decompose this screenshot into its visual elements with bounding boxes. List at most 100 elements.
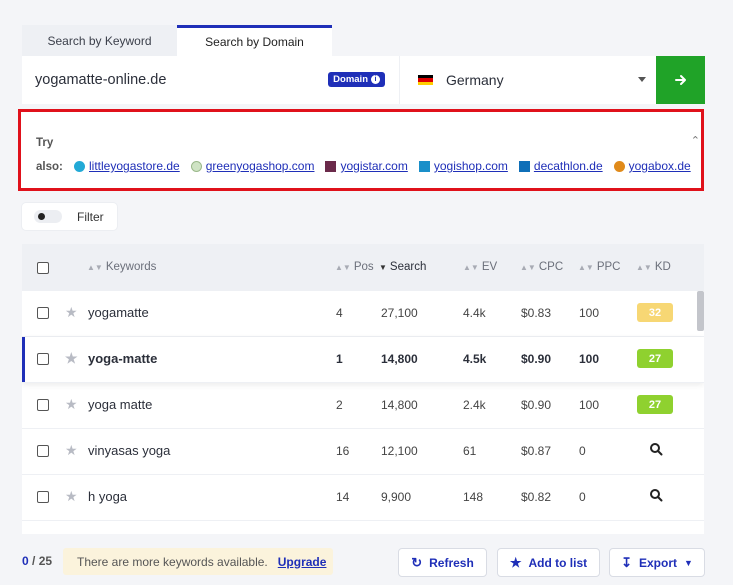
pos-cell: 14 bbox=[336, 490, 350, 504]
star-icon[interactable]: ★ bbox=[65, 488, 78, 505]
more-keywords-notice: There are more keywords available. Upgra… bbox=[63, 548, 333, 575]
info-icon[interactable]: i bbox=[371, 75, 380, 84]
cpc-cell: $0.90 bbox=[521, 398, 552, 412]
column-header-ev[interactable]: ▲▼ EV bbox=[463, 261, 497, 273]
chevron-up-icon[interactable]: ⌃ bbox=[691, 134, 700, 147]
select-all-checkbox[interactable] bbox=[37, 262, 49, 274]
refresh-label: Refresh bbox=[429, 555, 474, 570]
tab-search-by-domain[interactable]: Search by Domain bbox=[177, 25, 332, 56]
table-row[interactable]: ★ yogamatte 4 27,100 4.4k $0.83 100 32 bbox=[22, 291, 704, 337]
chevron-down-icon: ▼ bbox=[684, 557, 693, 568]
kd-badge: 27 bbox=[637, 395, 673, 414]
refresh-button[interactable]: ↻ Refresh bbox=[398, 548, 487, 577]
suggested-domain-label: greenyogashop.com bbox=[205, 159, 315, 173]
star-icon[interactable]: ★ bbox=[65, 396, 78, 413]
search-cell: 12,100 bbox=[381, 444, 418, 458]
domain-badge: Domain i bbox=[328, 72, 385, 87]
column-header-pos[interactable]: ▲▼ Pos bbox=[335, 261, 374, 273]
table-scrollbar[interactable] bbox=[697, 291, 704, 534]
suggested-domain-label: decathlon.de bbox=[533, 159, 603, 173]
sort-icon: ▲▼ bbox=[335, 262, 351, 272]
ev-cell: 148 bbox=[463, 490, 484, 504]
row-checkbox[interactable] bbox=[37, 399, 49, 411]
suggested-domain-label: yogistar.com bbox=[340, 159, 408, 173]
table-row[interactable]: ★ vinyasas yoga 16 12,100 61 $0.87 0 bbox=[22, 429, 704, 475]
keyword-cell[interactable]: yoga matte bbox=[88, 397, 152, 412]
row-checkbox[interactable] bbox=[37, 491, 49, 503]
star-icon: ★ bbox=[509, 554, 522, 570]
keyword-cell[interactable]: yoga-matte bbox=[88, 351, 157, 366]
pos-cell: 1 bbox=[336, 352, 343, 366]
pos-cell: 2 bbox=[336, 398, 343, 412]
keyword-cell[interactable]: yogamatte bbox=[88, 305, 149, 320]
cpc-cell: $0.83 bbox=[521, 306, 552, 320]
filter-toggle-button[interactable]: Filter bbox=[22, 203, 117, 230]
upgrade-link[interactable]: Upgrade bbox=[278, 555, 327, 569]
filter-label: Filter bbox=[77, 209, 104, 224]
suggested-domains: littleyogastore.de greenyogashop.com yog… bbox=[74, 159, 691, 173]
search-cell: 14,800 bbox=[381, 398, 418, 412]
row-checkbox[interactable] bbox=[37, 353, 49, 365]
star-icon[interactable]: ★ bbox=[65, 304, 78, 321]
scrollbar-thumb[interactable] bbox=[697, 291, 704, 331]
cpc-cell: $0.82 bbox=[521, 490, 552, 504]
kd-badge: 32 bbox=[637, 303, 673, 322]
column-header-search[interactable]: ▼ Search bbox=[379, 261, 426, 273]
tab-search-by-keyword[interactable]: Search by Keyword bbox=[22, 25, 177, 56]
table-row[interactable]: ★ h yoga 14 9,900 148 $0.82 0 bbox=[22, 475, 704, 521]
search-cell: 14,800 bbox=[381, 352, 418, 366]
table-row[interactable]: ★ yoga-matte 1 14,800 4.5k $0.90 100 27 bbox=[22, 337, 704, 383]
search-submit-button[interactable] bbox=[656, 56, 705, 104]
ev-cell: 4.5k bbox=[463, 352, 487, 366]
row-checkbox[interactable] bbox=[37, 445, 49, 457]
sort-icon: ▲▼ bbox=[636, 262, 652, 272]
filter-toggle[interactable] bbox=[34, 210, 62, 223]
suggested-domain-link[interactable]: yogishop.com bbox=[418, 159, 508, 173]
refresh-icon: ↻ bbox=[411, 554, 423, 570]
column-header-keywords[interactable]: ▲▼ Keywords bbox=[87, 261, 156, 273]
chevron-down-icon bbox=[638, 77, 646, 82]
domain-input[interactable]: yogamatte-online.de Domain i bbox=[22, 56, 400, 104]
sort-icon: ▲▼ bbox=[463, 262, 479, 272]
search-cell: 27,100 bbox=[381, 306, 418, 320]
country-select[interactable]: Germany bbox=[400, 56, 656, 104]
export-button[interactable]: ↧ Export ▼ bbox=[609, 548, 705, 577]
arrow-right-icon bbox=[674, 75, 686, 85]
pos-cell: 16 bbox=[336, 444, 350, 458]
column-header-ppc[interactable]: ▲▼ PPC bbox=[578, 261, 621, 273]
keyword-cell[interactable]: h yoga bbox=[88, 489, 127, 504]
keyword-cell[interactable]: vinyasas yoga bbox=[88, 443, 170, 458]
table-row[interactable]: ★ yoga matte 2 14,800 2.4k $0.90 100 27 bbox=[22, 383, 704, 429]
suggested-domain-link[interactable]: decathlon.de bbox=[518, 159, 603, 173]
also-label: also: bbox=[36, 161, 63, 173]
add-to-list-button[interactable]: ★ Add to list bbox=[497, 548, 600, 577]
ev-cell: 61 bbox=[463, 444, 477, 458]
suggested-domain-label: littleyogastore.de bbox=[89, 159, 180, 173]
row-checkbox[interactable] bbox=[37, 307, 49, 319]
search-icon[interactable] bbox=[649, 488, 663, 502]
table-header: ▲▼ Keywords ▲▼ Pos ▼ Search ▲▼ EV ▲▼ CPC ▲▼ PP… bbox=[22, 244, 704, 291]
germany-flag-icon bbox=[418, 75, 433, 85]
search-icon[interactable] bbox=[649, 442, 663, 456]
suggested-domain-link[interactable]: yogistar.com bbox=[325, 159, 408, 173]
sort-desc-icon: ▼ bbox=[379, 262, 387, 272]
keywords-table: ▲▼ Keywords ▲▼ Pos ▼ Search ▲▼ EV ▲▼ CPC ▲▼ PP… bbox=[22, 244, 704, 534]
total-count: / 25 bbox=[32, 554, 53, 568]
ppc-cell: 0 bbox=[579, 490, 586, 504]
suggested-domain-link[interactable]: greenyogashop.com bbox=[190, 159, 315, 173]
ppc-cell: 0 bbox=[579, 444, 586, 458]
site-favicon-icon bbox=[518, 160, 530, 172]
suggested-domain-link[interactable]: yogabox.de bbox=[613, 159, 691, 173]
suggested-domain-link[interactable]: littleyogastore.de bbox=[74, 159, 180, 173]
ev-cell: 4.4k bbox=[463, 306, 486, 320]
country-select-value: Germany bbox=[446, 72, 504, 88]
column-header-cpc[interactable]: ▲▼ CPC bbox=[520, 261, 563, 273]
star-icon[interactable]: ★ bbox=[65, 442, 78, 459]
sort-icon: ▲▼ bbox=[578, 262, 594, 272]
star-icon[interactable]: ★ bbox=[65, 350, 78, 367]
download-icon: ↧ bbox=[621, 554, 632, 570]
site-favicon-icon bbox=[190, 160, 202, 172]
domain-badge-label: Domain bbox=[333, 74, 368, 85]
column-header-kd[interactable]: ▲▼ KD bbox=[636, 261, 671, 273]
selected-count-value: 0 bbox=[22, 554, 29, 568]
